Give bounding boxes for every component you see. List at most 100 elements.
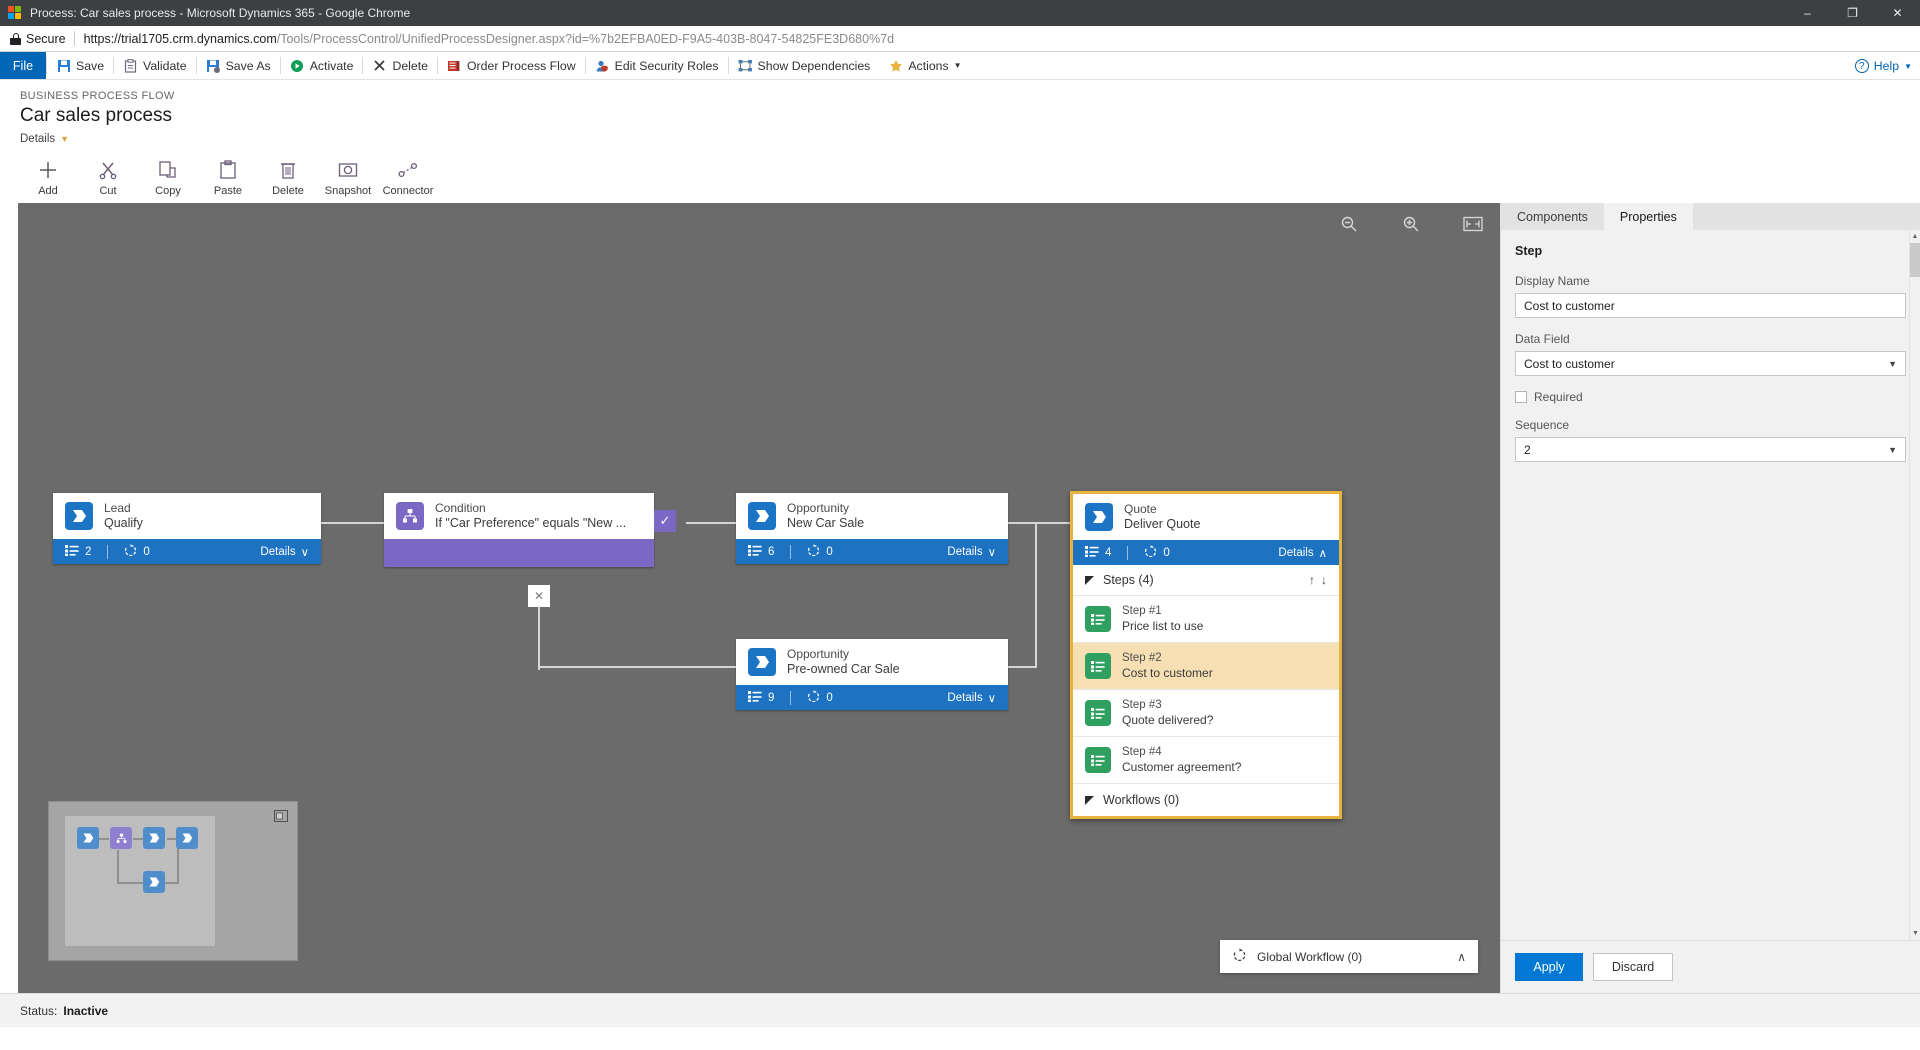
actions-icon [888, 58, 903, 73]
maximize-button[interactable]: ❐ [1830, 0, 1875, 26]
scrollbar-thumb[interactable] [1910, 243, 1920, 277]
step-name-label: Quote delivered? [1122, 713, 1214, 727]
cut-button[interactable]: Cut [78, 155, 138, 197]
close-button[interactable]: ✕ [1875, 0, 1920, 26]
edit-security-roles-button[interactable]: Edit Security Roles [586, 52, 728, 79]
node-header: Condition If "Car Preference" equals "Ne… [384, 493, 654, 539]
zoom-out-icon[interactable] [1336, 211, 1362, 237]
stage-node-opportunity-preowned[interactable]: Opportunity Pre-owned Car Sale 9 0 Detai… [736, 639, 1008, 710]
step-name-label: Price list to use [1122, 619, 1204, 633]
steps-section-label: Steps (4) [1103, 573, 1154, 587]
connector-button[interactable]: Connector [378, 155, 438, 197]
details-toggle[interactable]: Details ∧ [1278, 546, 1327, 560]
chevron-up-icon[interactable]: ∧ [1457, 950, 1466, 964]
minimize-button[interactable]: – [1785, 0, 1830, 26]
condition-node[interactable]: Condition If "Car Preference" equals "Ne… [384, 493, 654, 567]
global-workflow-label: Global Workflow (0) [1257, 949, 1363, 964]
panel-tabs: Components Properties [1501, 203, 1920, 230]
details-expander[interactable]: Details ▼ [20, 133, 1900, 145]
workflows-metric: 0 [124, 543, 150, 560]
zoom-in-icon[interactable] [1398, 211, 1424, 237]
sequence-select[interactable]: 2 ▼ [1515, 437, 1906, 462]
condition-no-badge[interactable]: ✕ [528, 585, 550, 607]
step-row-selected[interactable]: Step #2 Cost to customer [1073, 642, 1339, 689]
details-toggle[interactable]: Details ∨ [260, 545, 309, 559]
discard-button[interactable]: Discard [1593, 953, 1673, 981]
connector-line [1035, 522, 1037, 668]
workflow-icon [807, 689, 820, 706]
show-dependencies-button[interactable]: Show Dependencies [729, 52, 880, 79]
workflows-count: 0 [826, 545, 833, 558]
activate-icon [290, 58, 305, 73]
stage-node-quote[interactable]: Quote Deliver Quote 4 0 Details ∧ Steps … [1070, 491, 1342, 819]
canvas-minimap[interactable] [48, 801, 298, 961]
url-host: https://trial1705.crm.dynamics.com [83, 31, 277, 46]
workflows-metric: 0 [1144, 544, 1170, 561]
scroll-down-icon[interactable]: ▼ [1910, 927, 1920, 940]
save-button[interactable]: Save [47, 52, 113, 79]
stage-node-opportunity-new[interactable]: Opportunity New Car Sale 6 0 Details ∨ [736, 493, 1008, 564]
details-toggle[interactable]: Details ∨ [947, 545, 996, 559]
minimap-connector [117, 850, 119, 882]
global-workflow-bar[interactable]: Global Workflow (0) ∧ [1220, 940, 1478, 973]
stage-node-lead[interactable]: Lead Qualify 2 0 Details ∨ [53, 493, 321, 564]
scroll-up-icon[interactable]: ▲ [1910, 230, 1920, 243]
data-field-select[interactable]: Cost to customer ▼ [1515, 351, 1906, 376]
minimap-node-lead [77, 827, 99, 849]
snapshot-button[interactable]: Snapshot [318, 155, 378, 197]
activate-button[interactable]: Activate [281, 52, 363, 79]
details-toggle[interactable]: Details ∨ [947, 691, 996, 705]
main-area: Lead Qualify 2 0 Details ∨ Condition If … [0, 203, 1920, 993]
edit-security-roles-icon [595, 58, 610, 73]
copy-label: Copy [155, 185, 181, 197]
workflow-icon [1144, 544, 1157, 561]
plus-icon [37, 159, 59, 181]
chevron-down-icon: ▼ [1888, 444, 1897, 455]
validate-button[interactable]: Validate [114, 52, 196, 79]
minimap-connector [117, 882, 143, 884]
steps-section-header[interactable]: Steps (4) ↑ ↓ [1073, 565, 1339, 595]
panel-scrollbar[interactable]: ▲ ▼ [1909, 230, 1920, 940]
actions-menu-button[interactable]: Actions ▼ [879, 52, 970, 79]
workflows-section-header[interactable]: Workflows (0) [1073, 783, 1339, 816]
add-label: Add [38, 185, 58, 197]
minimap-node-opportunity-new [143, 827, 165, 849]
workflow-icon [124, 543, 137, 560]
lock-icon [10, 32, 21, 45]
process-designer-canvas[interactable]: Lead Qualify 2 0 Details ∨ Condition If … [18, 203, 1500, 993]
required-checkbox[interactable]: Required [1515, 390, 1906, 404]
paste-button[interactable]: Paste [198, 155, 258, 197]
delete-button[interactable]: Delete [363, 52, 437, 79]
copy-button[interactable]: Copy [138, 155, 198, 197]
tab-components[interactable]: Components [1501, 203, 1604, 230]
condition-yes-badge[interactable]: ✓ [654, 510, 676, 532]
delete-tool-button[interactable]: Delete [258, 155, 318, 197]
minimap-node-opportunity-preowned [143, 871, 165, 893]
step-row[interactable]: Step #4 Customer agreement? [1073, 736, 1339, 783]
steps-list-icon [65, 544, 79, 559]
workflows-metric: 0 [807, 543, 833, 560]
fit-to-screen-icon[interactable] [1460, 211, 1486, 237]
move-step-down-icon[interactable]: ↓ [1321, 573, 1327, 587]
steps-count: 9 [768, 691, 775, 704]
data-field-label: Data Field [1515, 332, 1570, 346]
tab-properties[interactable]: Properties [1603, 203, 1693, 230]
node-type-label: Condition [435, 501, 486, 515]
step-row[interactable]: Step #1 Price list to use [1073, 595, 1339, 642]
move-step-up-icon[interactable]: ↑ [1309, 573, 1315, 587]
browser-address-bar[interactable]: Secure https://trial1705.crm.dynamics.co… [0, 26, 1920, 52]
workflow-icon [807, 543, 820, 560]
display-name-input[interactable] [1515, 293, 1906, 318]
required-label: Required [1534, 390, 1583, 404]
order-process-flow-button[interactable]: Order Process Flow [438, 52, 585, 79]
node-name-label: Pre-owned Car Sale [787, 662, 900, 676]
steps-list-icon [748, 690, 762, 705]
save-as-button[interactable]: Save As [197, 52, 280, 79]
expand-minimap-icon[interactable] [274, 809, 288, 827]
add-button[interactable]: Add [18, 155, 78, 197]
file-menu-button[interactable]: File [0, 52, 46, 79]
step-row[interactable]: Step #3 Quote delivered? [1073, 689, 1339, 736]
help-button[interactable]: ? Help ▼ [1854, 52, 1912, 80]
chevron-down-icon: ▼ [60, 134, 70, 144]
apply-button[interactable]: Apply [1515, 953, 1583, 981]
